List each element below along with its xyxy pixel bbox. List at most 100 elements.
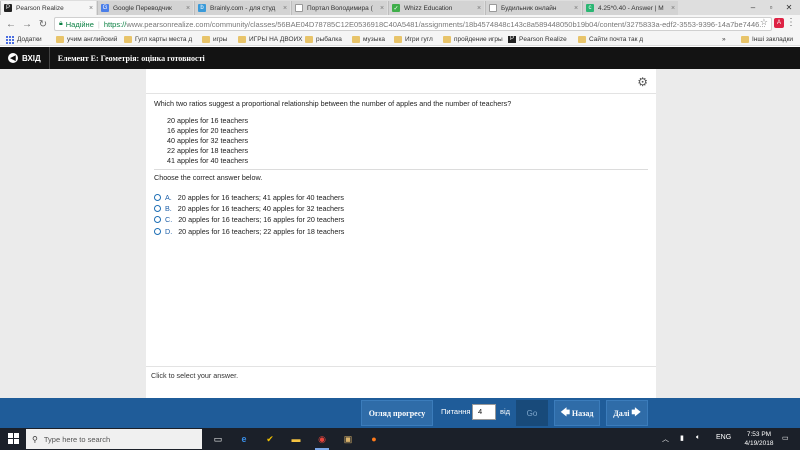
norton-icon[interactable]: ✔	[262, 431, 278, 447]
address-separator: |	[97, 19, 100, 29]
bookmark-label: учим английский	[67, 36, 118, 43]
task-view-icon[interactable]: ▭	[210, 431, 226, 447]
tab-title: Whizz Education	[404, 4, 453, 12]
go-button[interactable]: Go	[516, 400, 548, 426]
answer-option-b[interactable]: B. 20 apples for 16 teachers; 40 apples …	[154, 203, 344, 214]
folder-icon	[741, 36, 749, 43]
maximize-icon[interactable]: ▫	[762, 0, 780, 14]
arrow-left-icon: 🡄︎	[560, 407, 570, 417]
bookmark-folder[interactable]: музыка	[352, 34, 385, 45]
minimize-icon[interactable]: –	[744, 0, 762, 14]
notifications-icon[interactable]: ▭	[782, 434, 789, 442]
arrow-right-icon: 🡆︎	[631, 407, 641, 417]
close-icon[interactable]: ×	[377, 5, 387, 12]
option-text: 20 apples for 16 teachers; 41 apples for…	[177, 193, 345, 203]
search-icon: ⚲	[32, 434, 38, 444]
tab-google-translate[interactable]: G Google Переводчик ×	[97, 1, 193, 15]
answer-option-c[interactable]: C. 20 apples for 16 teachers; 16 apples …	[154, 214, 344, 225]
url-scheme: https://	[103, 19, 127, 29]
answer-options: A. 20 apples for 16 teachers; 41 apples …	[154, 192, 344, 237]
answer-option-d[interactable]: D. 20 apples for 16 teachers; 22 apples …	[154, 226, 344, 237]
address-bar[interactable]: 🔒︎ Надійне | https:// www.pearsonrealize…	[54, 17, 772, 31]
close-icon[interactable]: ×	[668, 5, 678, 12]
bookmark-folder[interactable]: игры	[202, 34, 227, 45]
tab-answer[interactable]: c 4.25*0.40 - Answer | M ×	[582, 1, 678, 15]
previous-button[interactable]: 🡄︎ Назад	[554, 400, 600, 426]
edge-icon[interactable]: e	[236, 431, 252, 447]
folder-icon	[124, 36, 132, 43]
forward-arrow-icon[interactable]: →	[20, 17, 34, 31]
browser-tab-strip: P Pearson Realize × G Google Переводчик …	[0, 0, 800, 15]
close-icon[interactable]: ×	[280, 5, 290, 12]
screen: P Pearson Realize × G Google Переводчик …	[0, 0, 800, 450]
tab-alarm[interactable]: Будильник онлайн ×	[485, 1, 581, 15]
app-header: ◀ ВХІД Елемент Е: Геометрія: оцінка гото…	[0, 47, 800, 69]
lock-icon: 🔒︎	[59, 20, 63, 27]
taskbar-search-box[interactable]: ⚲ Type here to search	[26, 429, 202, 449]
window-close-icon[interactable]: ✕	[780, 0, 798, 14]
tray-up-arrow-icon[interactable]: ︿	[662, 434, 669, 444]
file-explorer-icon[interactable]: ▬	[288, 431, 304, 447]
reload-icon[interactable]: ↻	[36, 17, 50, 31]
section-divider	[154, 169, 648, 170]
back-arrow-icon[interactable]: ←	[4, 17, 18, 31]
question-prompt: Which two ratios suggest a proportional …	[154, 99, 512, 108]
close-icon[interactable]: ×	[571, 5, 581, 12]
question-number-input[interactable]: 4	[472, 404, 496, 420]
exit-button[interactable]: ◀ ВХІД	[0, 47, 49, 69]
network-icon[interactable]: ▮	[680, 434, 684, 442]
secure-label: Надійне	[65, 19, 94, 29]
bookmark-folder[interactable]: Гугл карты места д	[124, 34, 192, 45]
page-icon	[295, 4, 303, 12]
firefox-icon[interactable]: ●	[366, 431, 382, 447]
review-progress-button[interactable]: Огляд прогресу	[361, 400, 433, 426]
radio-button[interactable]	[154, 227, 161, 235]
system-clock[interactable]: 7:53 PM 4/19/2018	[742, 430, 776, 448]
gear-icon[interactable]: ⚙	[637, 75, 648, 89]
bookmark-folder[interactable]: ИГРЫ НА ДВОИХ	[238, 34, 303, 45]
next-label: Далі	[613, 408, 630, 418]
folder-icon	[394, 36, 402, 43]
bookmark-folder[interactable]: учим английский	[56, 34, 117, 45]
chrome-icon[interactable]: ◉	[314, 431, 330, 450]
option-text: 20 apples for 16 teachers; 22 apples for…	[178, 226, 345, 236]
store-icon[interactable]: ▣	[340, 431, 356, 447]
bookmark-folder[interactable]: пройдение игры	[443, 34, 503, 45]
bookmark-folder[interactable]: Игри гугл	[394, 34, 433, 45]
folder-icon	[238, 36, 246, 43]
language-indicator[interactable]: ENG	[716, 434, 731, 441]
bookmark-label: пройдение игры	[454, 36, 503, 43]
question-navigation-bar: Огляд прогресу Питання 4 від Go 🡄︎ Назад…	[0, 398, 800, 428]
question-label: Питання	[441, 407, 471, 416]
other-bookmarks[interactable]: Інші закладки	[741, 34, 793, 45]
pearson-icon: P	[4, 4, 12, 12]
answer-option-a[interactable]: A. 20 apples for 16 teachers; 41 apples …	[154, 192, 344, 203]
radio-button[interactable]	[154, 216, 161, 224]
bookmark-pearson[interactable]: P Pearson Realize	[508, 34, 567, 45]
next-button[interactable]: Далі 🡆︎	[606, 400, 648, 426]
bookmark-apps[interactable]: Додатки	[6, 34, 42, 45]
answer-instruction: Choose the correct answer below.	[154, 173, 263, 182]
radio-button[interactable]	[154, 194, 161, 202]
tab-whizz[interactable]: ✓ Whizz Education ×	[388, 1, 484, 15]
menu-icon[interactable]: ⋮	[786, 17, 796, 28]
bookmark-folder[interactable]: рыбалка	[305, 34, 342, 45]
bookmarks-more-button[interactable]: »	[722, 34, 726, 45]
tab-portal[interactable]: Портал Володимира ( ×	[291, 1, 387, 15]
close-icon[interactable]: ×	[86, 5, 96, 12]
extension-icon[interactable]: A	[774, 18, 784, 28]
volume-icon[interactable]: 🔈︎	[696, 434, 700, 442]
tab-pearson-realize[interactable]: P Pearson Realize ×	[0, 1, 96, 15]
mathway-icon: c	[586, 4, 594, 12]
tab-title: Brainly.com - для студ	[210, 4, 276, 12]
windows-start-icon[interactable]	[8, 433, 19, 444]
bookmark-star-icon[interactable]: ☆	[760, 17, 768, 28]
close-icon[interactable]: ×	[183, 5, 193, 12]
bookmark-folder[interactable]: Сайти почта так д	[578, 34, 643, 45]
exit-label: ВХІД	[22, 53, 41, 63]
radio-button[interactable]	[154, 205, 161, 213]
close-icon[interactable]: ×	[474, 5, 484, 12]
tab-brainly[interactable]: b Brainly.com - для студ ×	[194, 1, 290, 15]
pearson-icon: P	[508, 36, 516, 43]
folder-icon	[56, 36, 64, 43]
